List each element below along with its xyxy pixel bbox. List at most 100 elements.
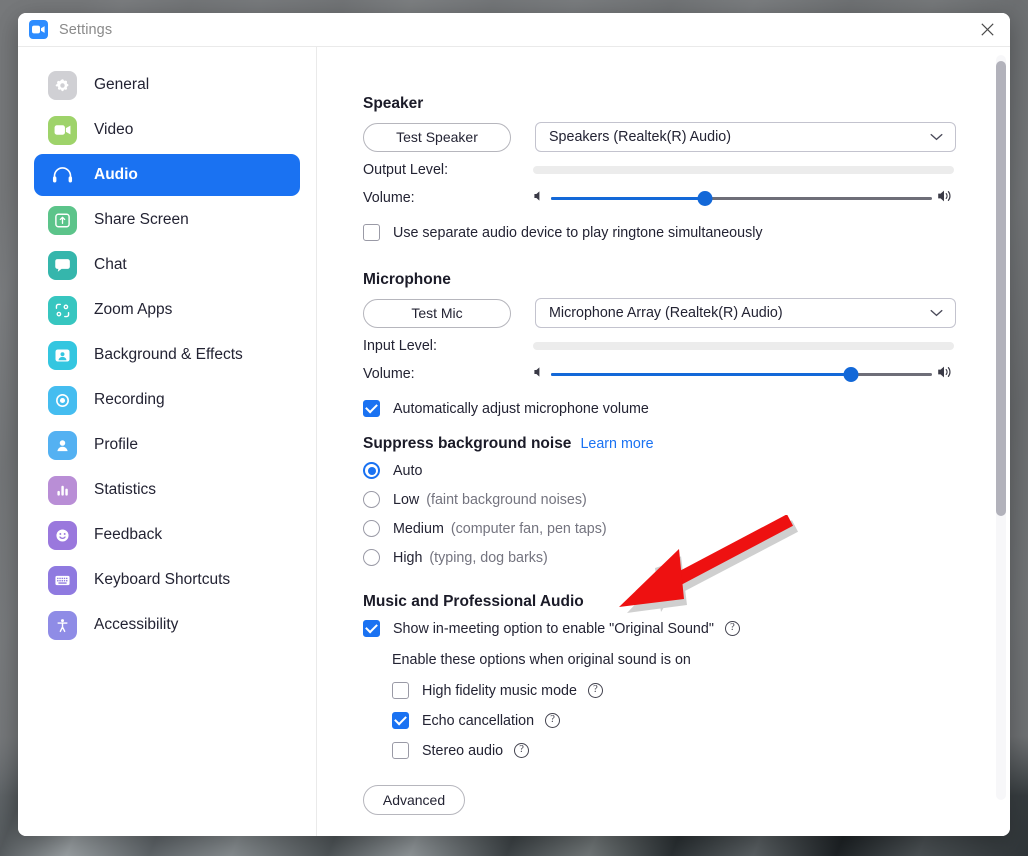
chat-bubble-icon — [48, 251, 77, 280]
question-mark-icon[interactable]: ? — [725, 621, 740, 636]
person-icon — [48, 431, 77, 460]
noise-medium-radio[interactable] — [363, 520, 380, 537]
noise-auto-label: Auto — [393, 463, 422, 479]
original-sound-option[interactable]: Show in-meeting option to enable "Origin… — [363, 620, 1010, 637]
sidebar-item-video[interactable]: Video — [34, 109, 300, 151]
noise-high-label: High — [393, 550, 422, 566]
input-level-meter — [533, 342, 954, 350]
bar-chart-icon — [48, 476, 77, 505]
noise-option-auto[interactable]: Auto — [363, 462, 1010, 479]
sidebar-item-keyboard-shortcuts[interactable]: Keyboard Shortcuts — [34, 559, 300, 601]
noise-option-high[interactable]: High (typing, dog barks) — [363, 549, 1010, 566]
high-fidelity-option[interactable]: High fidelity music mode ? — [392, 682, 1010, 699]
sidebar-item-label: Zoom Apps — [94, 301, 172, 319]
sidebar-item-label: Keyboard Shortcuts — [94, 571, 230, 589]
sidebar-item-recording[interactable]: Recording — [34, 379, 300, 421]
settings-window: Settings General — [18, 13, 1010, 836]
sidebar-item-label: Recording — [94, 391, 165, 409]
sidebar-item-label: Background & Effects — [94, 346, 243, 364]
settings-content: Speaker Test Speaker Speakers (Realtek(R… — [317, 47, 1010, 836]
window-title: Settings — [59, 22, 112, 38]
noise-medium-hint: (computer fan, pen taps) — [451, 521, 607, 537]
speaker-high-icon — [937, 189, 954, 208]
mic-low-icon — [533, 365, 545, 383]
ringtone-device-option[interactable]: Use separate audio device to play ringto… — [363, 224, 1010, 241]
keyboard-icon — [48, 566, 77, 595]
sidebar-item-label: Audio — [94, 166, 138, 184]
chevron-down-icon — [930, 129, 943, 145]
zoom-apps-icon — [48, 296, 77, 325]
test-mic-button[interactable]: Test Mic — [363, 299, 511, 328]
noise-high-radio[interactable] — [363, 549, 380, 566]
original-sound-sub-heading: Enable these options when original sound… — [392, 652, 1010, 668]
high-fidelity-label: High fidelity music mode — [422, 683, 577, 699]
speaker-low-icon — [533, 189, 545, 207]
advanced-button[interactable]: Advanced — [363, 785, 465, 815]
noise-option-low[interactable]: Low (faint background noises) — [363, 491, 1010, 508]
original-sound-checkbox[interactable] — [363, 620, 380, 637]
sidebar-item-profile[interactable]: Profile — [34, 424, 300, 466]
chevron-down-icon — [930, 305, 943, 321]
output-level-meter — [533, 166, 954, 174]
test-speaker-button[interactable]: Test Speaker — [363, 123, 511, 152]
speaker-slider-thumb[interactable] — [698, 191, 713, 206]
sidebar-item-accessibility[interactable]: Accessibility — [34, 604, 300, 646]
sidebar-item-background-effects[interactable]: Background & Effects — [34, 334, 300, 376]
mic-slider-thumb[interactable] — [844, 367, 859, 382]
speaker-volume-label: Volume: — [363, 190, 533, 206]
question-mark-icon[interactable]: ? — [588, 683, 603, 698]
sidebar-item-label: Share Screen — [94, 211, 189, 229]
microphone-device-value: Microphone Array (Realtek(R) Audio) — [549, 305, 783, 321]
speaker-volume-slider[interactable] — [533, 188, 954, 208]
video-camera-icon — [48, 116, 77, 145]
sidebar-item-share-screen[interactable]: Share Screen — [34, 199, 300, 241]
mic-slider-fill — [551, 373, 851, 376]
microphone-volume-slider[interactable] — [533, 364, 954, 384]
accessibility-icon — [48, 611, 77, 640]
microphone-device-select[interactable]: Microphone Array (Realtek(R) Audio) — [535, 298, 956, 328]
sidebar-item-zoom-apps[interactable]: Zoom Apps — [34, 289, 300, 331]
echo-cancellation-option[interactable]: Echo cancellation ? — [392, 712, 1010, 729]
sidebar-item-label: Profile — [94, 436, 138, 454]
speaker-device-select[interactable]: Speakers (Realtek(R) Audio) — [535, 122, 956, 152]
sidebar-item-label: Statistics — [94, 481, 156, 499]
content-scrollbar[interactable] — [996, 55, 1006, 800]
microphone-volume-label: Volume: — [363, 366, 533, 382]
question-mark-icon[interactable]: ? — [545, 713, 560, 728]
scrollbar-thumb[interactable] — [996, 61, 1006, 516]
stereo-audio-label: Stereo audio — [422, 743, 503, 759]
question-mark-icon[interactable]: ? — [514, 743, 529, 758]
sidebar-item-feedback[interactable]: Feedback — [34, 514, 300, 556]
stereo-audio-checkbox[interactable] — [392, 742, 409, 759]
window-body: General Video — [18, 47, 1010, 836]
music-audio-title: Music and Professional Audio — [363, 593, 1010, 611]
zoom-video-icon — [29, 20, 48, 39]
speaker-slider-fill — [551, 197, 705, 200]
stereo-audio-option[interactable]: Stereo audio ? — [392, 742, 1010, 759]
noise-option-medium[interactable]: Medium (computer fan, pen taps) — [363, 520, 1010, 537]
auto-adjust-mic-checkbox[interactable] — [363, 400, 380, 417]
record-circle-icon — [48, 386, 77, 415]
learn-more-link[interactable]: Learn more — [580, 436, 653, 452]
speaker-section-title: Speaker — [363, 95, 1010, 113]
sidebar-item-general[interactable]: General — [34, 64, 300, 106]
close-icon[interactable] — [964, 13, 1010, 46]
sidebar-item-chat[interactable]: Chat — [34, 244, 300, 286]
suppress-noise-title: Suppress background noise — [363, 435, 571, 453]
sidebar-item-statistics[interactable]: Statistics — [34, 469, 300, 511]
auto-adjust-mic-option[interactable]: Automatically adjust microphone volume — [363, 400, 1010, 417]
noise-auto-radio[interactable] — [363, 462, 380, 479]
noise-medium-label: Medium — [393, 521, 444, 537]
echo-cancellation-checkbox[interactable] — [392, 712, 409, 729]
mic-high-icon — [937, 365, 954, 384]
auto-adjust-mic-label: Automatically adjust microphone volume — [393, 401, 649, 417]
noise-low-radio[interactable] — [363, 491, 380, 508]
window-titlebar: Settings — [18, 13, 1010, 47]
noise-high-hint: (typing, dog barks) — [429, 550, 547, 566]
speaker-device-value: Speakers (Realtek(R) Audio) — [549, 129, 731, 145]
high-fidelity-checkbox[interactable] — [392, 682, 409, 699]
ringtone-device-checkbox[interactable] — [363, 224, 380, 241]
headphones-icon — [48, 161, 77, 190]
share-screen-icon — [48, 206, 77, 235]
sidebar-item-audio[interactable]: Audio — [34, 154, 300, 196]
